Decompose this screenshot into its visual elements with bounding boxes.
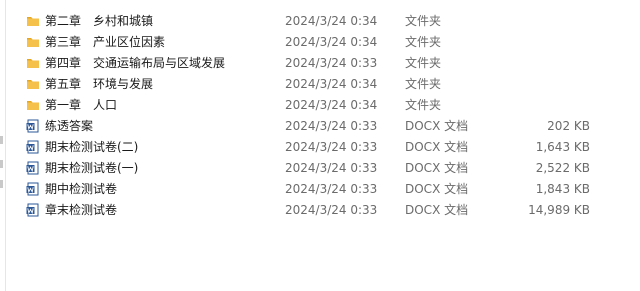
- file-date: 2024/3/24 0:33: [285, 203, 378, 217]
- file-row[interactable]: 期末检测试卷(二) 2024/3/24 0:33 DOCX 文档 1,643 K…: [20, 137, 620, 158]
- file-date: 2024/3/24 0:33: [285, 56, 378, 70]
- file-row[interactable]: 第五章 环境与发展 2024/3/24 0:34 文件夹: [20, 74, 620, 95]
- nav-item-fragment: [0, 160, 3, 168]
- file-row[interactable]: 第二章 乡村和城镇 2024/3/24 0:34 文件夹: [20, 11, 620, 32]
- file-name: 第二章 乡村和城镇: [45, 14, 154, 28]
- file-row[interactable]: 练透答案 2024/3/24 0:33 DOCX 文档 202 KB: [20, 116, 620, 137]
- file-row[interactable]: 期中检测试卷 2024/3/24 0:33 DOCX 文档 1,843 KB: [20, 179, 620, 200]
- file-row[interactable]: 第三章 产业区位因素 2024/3/24 0:34 文件夹: [20, 32, 620, 53]
- folder-icon: [27, 80, 39, 89]
- file-name: 期中检测试卷: [45, 182, 118, 196]
- nav-item-fragment: [0, 180, 3, 188]
- file-name: 第三章 产业区位因素: [45, 35, 166, 49]
- file-type: 文件夹: [405, 98, 442, 112]
- word-doc-icon: [26, 182, 39, 196]
- file-list: 第二章 乡村和城镇 2024/3/24 0:34 文件夹 第三章 产业区位因素 …: [20, 11, 620, 221]
- file-name: 期末检测试卷(二): [45, 140, 139, 154]
- file-date: 2024/3/24 0:34: [285, 35, 378, 49]
- nav-item-fragment: [0, 136, 3, 144]
- file-type: DOCX 文档: [405, 140, 469, 154]
- file-type: 文件夹: [405, 35, 442, 49]
- file-type: 文件夹: [405, 77, 442, 91]
- file-date: 2024/3/24 0:34: [285, 77, 378, 91]
- file-size: 14,989 KB: [528, 203, 590, 217]
- file-size: 1,643 KB: [535, 140, 590, 154]
- file-date: 2024/3/24 0:33: [285, 140, 378, 154]
- file-type: DOCX 文档: [405, 203, 469, 217]
- file-name: 第五章 环境与发展: [45, 77, 154, 91]
- file-row[interactable]: 期末检测试卷(一) 2024/3/24 0:33 DOCX 文档 2,522 K…: [20, 158, 620, 179]
- file-size: 202 KB: [547, 119, 590, 133]
- word-doc-icon: [26, 203, 39, 217]
- file-row[interactable]: 第四章 交通运输布局与区域发展 2024/3/24 0:33 文件夹: [20, 53, 620, 74]
- file-name: 第一章 人口: [45, 98, 118, 112]
- file-date: 2024/3/24 0:34: [285, 98, 378, 112]
- word-doc-icon: [26, 119, 39, 133]
- file-row[interactable]: 第一章 人口 2024/3/24 0:34 文件夹: [20, 95, 620, 116]
- file-type: 文件夹: [405, 14, 442, 28]
- file-name: 练透答案: [45, 119, 94, 133]
- file-date: 2024/3/24 0:33: [285, 161, 378, 175]
- folder-icon: [27, 101, 39, 110]
- vertical-scrollbar[interactable]: [634, 0, 640, 291]
- file-row[interactable]: 章末检测试卷 2024/3/24 0:33 DOCX 文档 14,989 KB: [20, 200, 620, 221]
- file-name: 期末检测试卷(一): [45, 161, 139, 175]
- file-size: 1,843 KB: [535, 182, 590, 196]
- file-size: 2,522 KB: [535, 161, 590, 175]
- folder-icon: [27, 17, 39, 26]
- navigation-pane-edge: [0, 0, 6, 291]
- file-date: 2024/3/24 0:33: [285, 182, 378, 196]
- file-type: DOCX 文档: [405, 182, 469, 196]
- folder-icon: [27, 38, 39, 47]
- file-date: 2024/3/24 0:34: [285, 14, 378, 28]
- folder-icon: [27, 59, 39, 68]
- file-date: 2024/3/24 0:33: [285, 119, 378, 133]
- file-type: 文件夹: [405, 56, 442, 70]
- word-doc-icon: [26, 140, 39, 154]
- file-name: 章末检测试卷: [45, 203, 118, 217]
- word-doc-icon: [26, 161, 39, 175]
- file-type: DOCX 文档: [405, 161, 469, 175]
- file-type: DOCX 文档: [405, 119, 469, 133]
- file-name: 第四章 交通运输布局与区域发展: [45, 56, 226, 70]
